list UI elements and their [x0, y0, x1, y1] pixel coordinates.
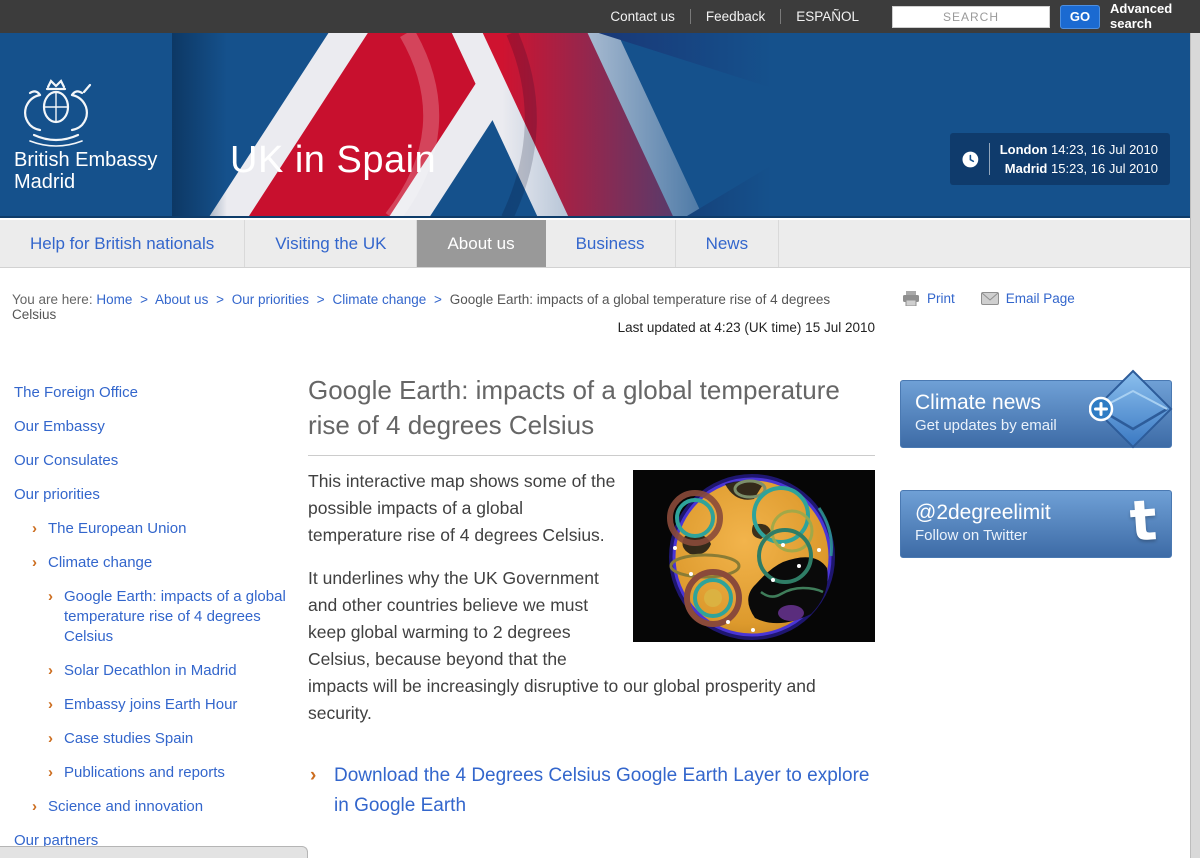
embassy-name[interactable]: British Embassy Madrid [14, 149, 157, 193]
advanced-search-link[interactable]: Advanced search [1110, 2, 1186, 31]
email-page-button[interactable]: Email Page [981, 291, 1075, 306]
sidebar-item-climate-change[interactable]: › Climate change [14, 553, 290, 573]
divider [690, 9, 691, 24]
breadcrumb-separator: > [317, 292, 325, 307]
divider [780, 9, 781, 24]
sidebar-item-european-union[interactable]: › The European Union [14, 519, 290, 539]
sidebar-item-our-embassy[interactable]: Our Embassy [14, 417, 290, 437]
tab-news[interactable]: News [676, 220, 780, 267]
sidebar-item-our-priorities[interactable]: Our priorities [14, 485, 290, 505]
article: Google Earth: impacts of a global temper… [308, 365, 875, 858]
browser-status-bar [0, 846, 308, 858]
site-header: British Embassy Madrid UK in Spain Londo… [0, 33, 1200, 218]
breadcrumb: You are here: Home > About us > Our prio… [12, 292, 872, 322]
top-utility-bar: Contact us Feedback ESPAÑOL GO Advanced … [0, 0, 1200, 33]
breadcrumb-about-us[interactable]: About us [155, 292, 208, 307]
last-updated-text: Last updated at 4:23 (UK time) 15 Jul 20… [308, 320, 875, 335]
divider [989, 143, 990, 175]
sidebar-item-our-consulates[interactable]: Our Consulates [14, 451, 290, 471]
world-clock-widget: London 14:23, 16 Jul 2010 Madrid 15:23, … [950, 133, 1170, 185]
globe-4-degrees-map-image [633, 470, 875, 642]
tab-about-us[interactable]: About us [417, 220, 545, 267]
breadcrumb-prefix: You are here: [12, 292, 93, 307]
sidebar-item-solar-decathlon[interactable]: › Solar Decathlon in Madrid [14, 661, 290, 681]
site-title: UK in Spain [230, 139, 436, 182]
language-espanol-link[interactable]: ESPAÑOL [796, 9, 859, 24]
bullet-arrow-icon: › [48, 661, 53, 681]
promo-subtitle: Follow on Twitter [915, 526, 1157, 546]
promo-rail: Climate news Get updates by email @2degr… [900, 380, 1172, 600]
breadcrumb-climate-change[interactable]: Climate change [332, 292, 426, 307]
climate-news-signup-banner[interactable]: Climate news Get updates by email [900, 380, 1172, 448]
bullet-arrow-icon: › [32, 797, 37, 817]
royal-coat-of-arms-logo[interactable] [14, 77, 98, 149]
vertical-scrollbar[interactable] [1190, 33, 1200, 858]
tab-visiting-the-uk[interactable]: Visiting the UK [245, 220, 417, 267]
tab-business[interactable]: Business [546, 220, 676, 267]
page-title: Google Earth: impacts of a global temper… [308, 373, 875, 443]
sidebar-item-earth-hour[interactable]: › Embassy joins Earth Hour [14, 695, 290, 715]
search-input[interactable] [892, 6, 1050, 28]
tab-help-for-british-nationals[interactable]: Help for British nationals [0, 220, 245, 267]
twitter-icon: t [1128, 488, 1159, 555]
page-tools: Print Email Page [902, 291, 1075, 306]
bullet-arrow-icon: › [32, 553, 37, 573]
page: Contact us Feedback ESPAÑOL GO Advanced … [0, 0, 1200, 858]
download-google-earth-layer-link[interactable]: › Download the 4 Degrees Celsius Google … [308, 761, 875, 821]
sidebar-item-publications-reports[interactable]: › Publications and reports [14, 763, 290, 783]
feedback-link[interactable]: Feedback [706, 9, 765, 24]
bullet-arrow-icon: › [32, 519, 37, 539]
bullet-arrow-icon: › [48, 729, 53, 749]
breadcrumb-our-priorities[interactable]: Our priorities [232, 292, 309, 307]
primary-nav: Help for British nationals Visiting the … [0, 220, 1190, 268]
breadcrumb-home[interactable]: Home [96, 292, 132, 307]
sidebar-item-foreign-office[interactable]: The Foreign Office [14, 383, 290, 403]
london-time: London 14:23, 16 Jul 2010 [1000, 140, 1158, 160]
email-plus-icon [1089, 365, 1175, 457]
sidebar-item-science-innovation[interactable]: › Science and innovation [14, 797, 290, 817]
bullet-arrow-icon: › [48, 587, 53, 607]
divider [308, 455, 875, 456]
bullet-arrow-icon: › [48, 695, 53, 715]
madrid-time: Madrid 15:23, 16 Jul 2010 [1000, 159, 1158, 179]
breadcrumb-separator: > [140, 292, 148, 307]
sidebar-item-case-studies-spain[interactable]: › Case studies Spain [14, 729, 290, 749]
print-button[interactable]: Print [902, 291, 955, 306]
article-link-list: › Download the 4 Degrees Celsius Google … [308, 761, 875, 858]
sidebar-nav: The Foreign Office Our Embassy Our Consu… [14, 383, 290, 858]
bullet-arrow-icon: › [48, 763, 53, 783]
contact-us-link[interactable]: Contact us [610, 9, 675, 24]
sidebar-item-google-earth-4-degrees[interactable]: › Google Earth: impacts of a global temp… [14, 587, 290, 647]
breadcrumb-separator: > [216, 292, 224, 307]
promo-title: @2degreelimit [915, 500, 1157, 526]
search-go-button[interactable]: GO [1060, 5, 1100, 29]
printer-icon [902, 291, 920, 306]
envelope-icon [981, 292, 999, 305]
clock-icon [962, 151, 979, 168]
union-jack-flag-image [172, 33, 772, 218]
twitter-follow-banner[interactable]: @2degreelimit Follow on Twitter t [900, 490, 1172, 558]
bullet-arrow-icon: › [310, 761, 316, 791]
breadcrumb-separator: > [434, 292, 442, 307]
